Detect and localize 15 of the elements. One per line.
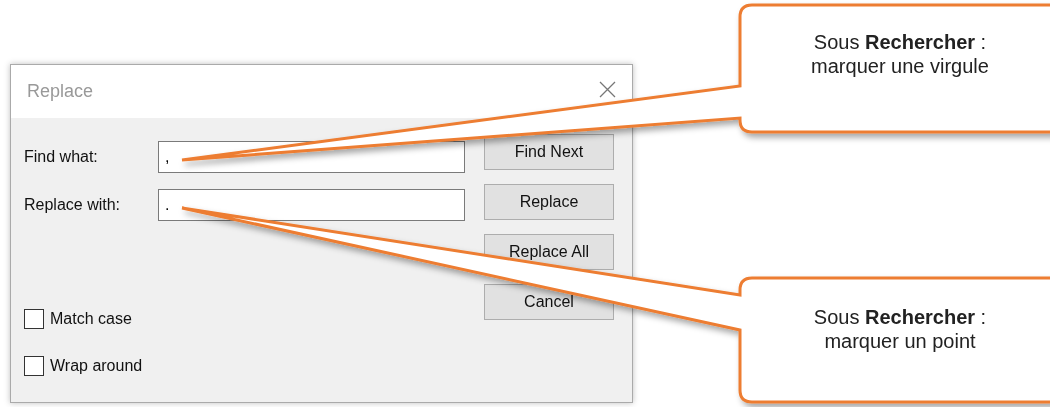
callout-heading: Sous Rechercher : <box>812 30 988 54</box>
dialog-button[interactable]: Find Next <box>484 134 614 170</box>
callout-heading: Sous Rechercher : <box>812 305 988 329</box>
field-label: Replace with: <box>24 195 122 215</box>
callout-text: marquer une virgule <box>810 54 990 78</box>
window-title: Replace <box>27 80 94 103</box>
close-icon[interactable] <box>599 81 616 98</box>
callout-text: marquer un point <box>823 329 977 353</box>
field-label: Find what: <box>24 147 99 167</box>
checkbox-label: Wrap around <box>50 356 143 376</box>
checkbox[interactable] <box>24 356 44 376</box>
dialog-button[interactable]: Replace <box>484 184 614 220</box>
checkbox-label: Match case <box>50 309 132 329</box>
checkbox[interactable] <box>24 309 44 329</box>
input-field[interactable]: . <box>158 189 465 221</box>
